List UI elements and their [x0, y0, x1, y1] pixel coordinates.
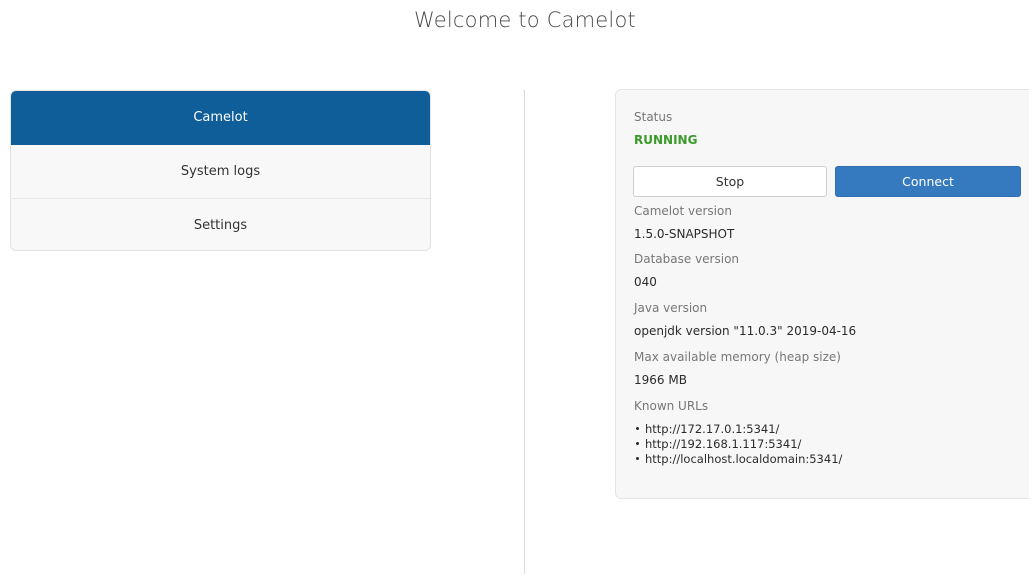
vertical-divider	[524, 90, 525, 574]
memory-value: 1966 MB	[634, 373, 687, 387]
java-version-label: Java version	[634, 301, 708, 315]
database-version-value: 040	[634, 275, 657, 289]
database-version-label: Database version	[634, 252, 740, 266]
memory-label: Max available memory (heap size)	[634, 350, 841, 364]
url-list-item: http://localhost.localdomain:5341/	[634, 452, 842, 467]
nav-item-settings[interactable]: Settings	[11, 199, 430, 250]
url-list-item: http://192.168.1.117:5341/	[634, 437, 842, 452]
url-text[interactable]: http://localhost.localdomain:5341/	[645, 452, 842, 466]
nav-menu: Camelot System logs Settings	[10, 90, 431, 251]
bullet-icon	[636, 427, 639, 430]
url-text[interactable]: http://192.168.1.117:5341/	[645, 437, 801, 451]
bullet-icon	[636, 457, 639, 460]
stop-button[interactable]: Stop	[633, 166, 827, 197]
status-value: RUNNING	[634, 133, 698, 147]
nav-item-camelot[interactable]: Camelot	[11, 91, 430, 145]
camelot-version-label: Camelot version	[634, 204, 732, 218]
url-list-item: http://172.17.0.1:5341/	[634, 422, 842, 437]
known-urls-list: http://172.17.0.1:5341/ http://192.168.1…	[634, 422, 842, 467]
known-urls-label: Known URLs	[634, 399, 709, 413]
page: Welcome to Camelot Camelot System logs S…	[0, 0, 1029, 574]
connect-button[interactable]: Connect	[835, 166, 1021, 197]
status-panel: Status RUNNING Stop Connect Camelot vers…	[615, 89, 1029, 499]
camelot-version-value: 1.5.0-SNAPSHOT	[634, 227, 735, 241]
nav-item-system-logs[interactable]: System logs	[11, 145, 430, 199]
page-title: Welcome to Camelot	[414, 8, 636, 32]
url-text[interactable]: http://172.17.0.1:5341/	[645, 422, 779, 436]
java-version-value: openjdk version "11.0.3" 2019-04-16	[634, 324, 857, 338]
bullet-icon	[636, 442, 639, 445]
status-label: Status	[634, 110, 673, 124]
